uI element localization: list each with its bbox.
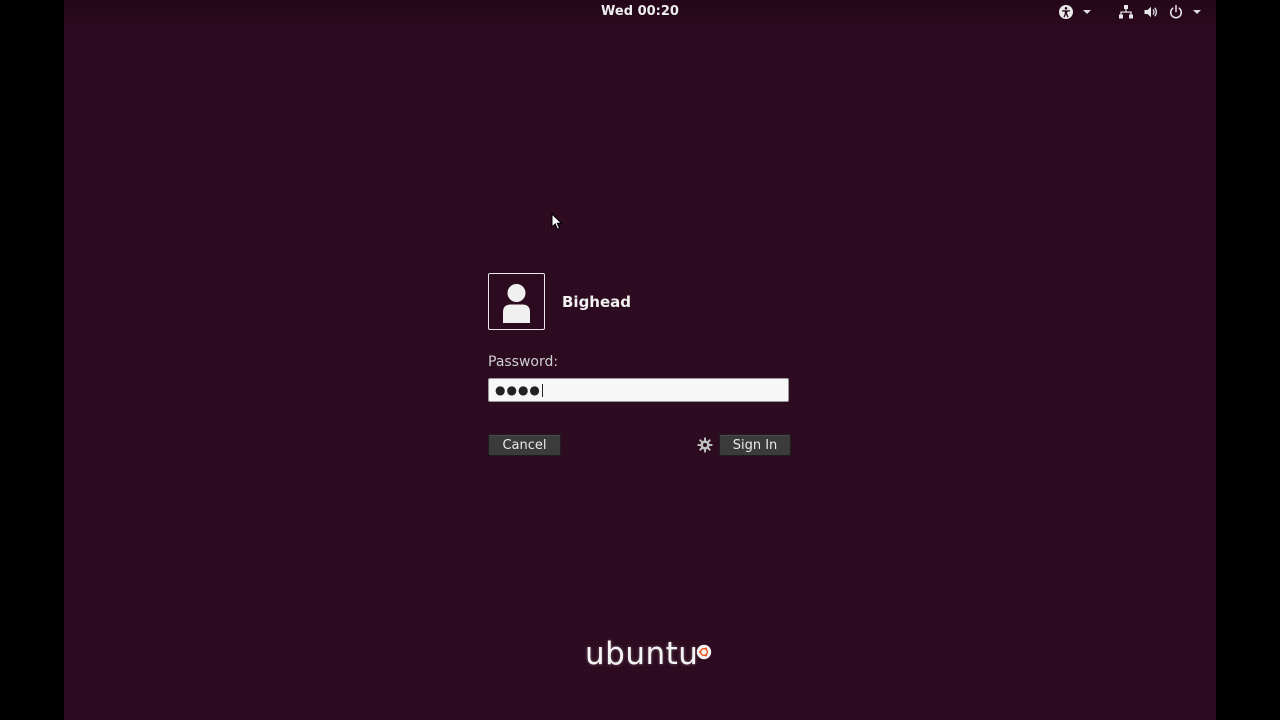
- volume-icon: [1143, 4, 1159, 20]
- ubuntu-logo-icon: [696, 644, 712, 660]
- password-label: Password:: [488, 354, 559, 370]
- gear-icon[interactable]: [697, 437, 713, 453]
- sign-in-button[interactable]: Sign In: [719, 434, 791, 456]
- text-cursor: [541, 383, 543, 397]
- clock[interactable]: Wed 00:20: [64, 4, 1216, 19]
- login-screen: Wed 00:20 Bighead Password: ●●●● Cancel …: [64, 0, 1216, 720]
- top-bar: Wed 00:20: [64, 0, 1216, 24]
- password-input[interactable]: ●●●●: [488, 378, 789, 402]
- system-menu[interactable]: [1118, 3, 1201, 21]
- user-name: Bighead: [562, 293, 632, 311]
- password-value: ●●●●: [495, 383, 541, 397]
- user-icon: [503, 284, 530, 323]
- network-icon: [1118, 4, 1134, 20]
- chevron-down-icon: [1083, 8, 1091, 16]
- chevron-down-icon: [1193, 8, 1201, 16]
- user-avatar[interactable]: [488, 273, 545, 330]
- ubuntu-logo-text: ubuntu: [585, 636, 699, 672]
- power-icon: [1168, 4, 1184, 20]
- accessibility-menu[interactable]: [1058, 3, 1091, 21]
- mouse-pointer-icon: [551, 212, 563, 231]
- cancel-button[interactable]: Cancel: [488, 434, 561, 456]
- accessibility-icon: [1058, 4, 1074, 20]
